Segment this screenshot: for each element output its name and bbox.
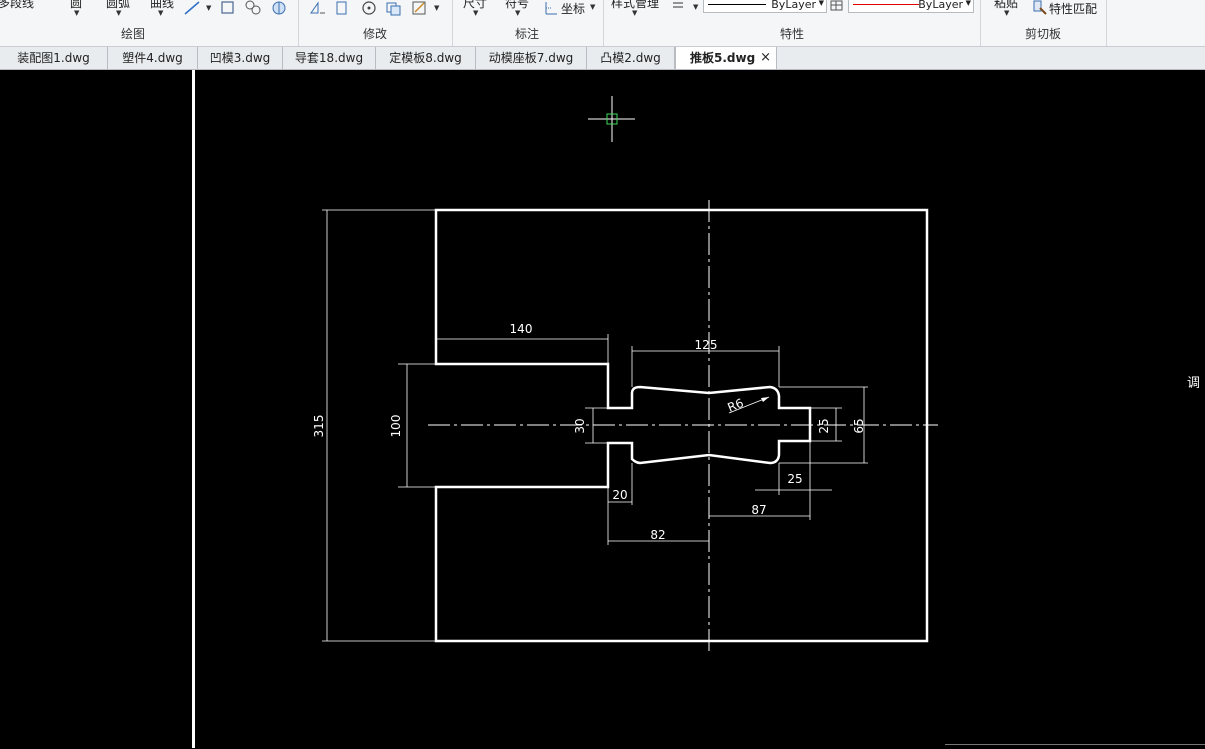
draw-panel-title: 绘图: [121, 27, 146, 41]
color-select[interactable]: ByLayer ▼: [848, 0, 974, 13]
chevron-down-icon: ▼: [818, 0, 824, 7]
tab-label: 装配图1.dwg: [17, 51, 90, 65]
tab-label: 推板5.dwg: [690, 51, 756, 65]
tab-core-2[interactable]: 凸模2.dwg: [587, 47, 675, 69]
left-viewport[interactable]: [0, 70, 192, 748]
line-icon[interactable]: ▼: [182, 0, 214, 16]
dimension-dropdown-icon[interactable]: ▼: [473, 9, 478, 17]
tab-push-plate-5[interactable]: 推板5.dwg ×: [675, 47, 777, 69]
curve-dropdown-icon[interactable]: ▼: [158, 9, 163, 17]
dim-half-length: 87: [751, 503, 766, 517]
chevron-down-icon: ▼: [965, 0, 971, 7]
circle-dropdown-icon[interactable]: ▼: [74, 9, 79, 17]
annotate-panel-title: 标注: [515, 27, 540, 41]
panel-divider: [298, 0, 299, 46]
dim-left-width: 140: [510, 322, 533, 336]
tab-label: 导套18.dwg: [294, 51, 364, 65]
svg-text:▼: ▼: [434, 4, 440, 12]
coordinate-tool[interactable]: 坐标: [561, 0, 585, 17]
tab-assembly-1[interactable]: 装配图1.dwg: [0, 47, 108, 69]
lineweight-icon[interactable]: ▼: [670, 0, 702, 12]
dim-neck-height: 30: [573, 418, 587, 433]
stretch-icon[interactable]: [334, 0, 350, 16]
dim-overall-height: 315: [312, 415, 326, 438]
status-bar-fragment: [945, 744, 1205, 749]
tab-label: 动模座板7.dwg: [488, 51, 574, 65]
mirror-icon[interactable]: [309, 0, 327, 16]
polyline-tool[interactable]: 多段线: [0, 0, 34, 11]
tab-moving-clamp-plate-7[interactable]: 动模座板7.dwg: [476, 47, 587, 69]
coordinate-dropdown-icon[interactable]: ▼: [590, 3, 595, 11]
svg-text:▼: ▼: [206, 4, 212, 12]
panel-divider: [452, 0, 453, 46]
document-tab-bar: 装配图1.dwg 塑件4.dwg 凹模3.dwg 导套18.dwg 定模板8.d…: [0, 47, 1205, 70]
drawing-canvas[interactable]: 315 140 100 125 R6 30 25 65 20 25 87 82: [195, 70, 1205, 748]
dim-right-height: 25: [817, 418, 831, 433]
dim-step-width: 20: [612, 488, 627, 502]
tab-cavity-3[interactable]: 凹模3.dwg: [198, 47, 283, 69]
close-icon[interactable]: ×: [760, 47, 771, 69]
rectangle-icon[interactable]: [220, 0, 236, 16]
tab-guide-sleeve-18[interactable]: 导套18.dwg: [283, 47, 376, 69]
linetype-preview: [708, 4, 766, 5]
panel-divider: [603, 0, 604, 46]
dim-center-length: 125: [695, 338, 718, 352]
match-properties-icon: [1033, 0, 1047, 15]
linetype-value: ByLayer: [771, 0, 816, 11]
properties-side-label: 调: [1187, 376, 1201, 391]
paste-dropdown-icon[interactable]: ▼: [1004, 9, 1009, 17]
dim-left-length: 82: [650, 528, 665, 542]
region-icon[interactable]: [270, 0, 288, 16]
tab-label: 凸模2.dwg: [600, 51, 661, 65]
tab-fixed-plate-8[interactable]: 定模板8.dwg: [376, 47, 476, 69]
panel-divider: [1106, 0, 1107, 46]
arc-dropdown-icon[interactable]: ▼: [116, 9, 121, 17]
rotate-icon[interactable]: [360, 0, 378, 16]
copy-icon[interactable]: [385, 0, 403, 16]
dim-right-step: 25: [787, 472, 802, 486]
color-swatch: [853, 4, 919, 5]
tab-label: 定模板8.dwg: [389, 51, 462, 65]
hatch-icon[interactable]: [244, 0, 262, 16]
tab-label: 凹模3.dwg: [209, 51, 271, 65]
tab-plastic-part-4[interactable]: 塑件4.dwg: [108, 47, 198, 69]
tab-label: 塑件4.dwg: [122, 51, 183, 65]
ribbon: 多段线 圆 ▼ 圆弧 ▼ 曲线 ▼ ▼ 绘图 ▼ 修改 尺寸 ▼ 符号 ▼ 坐标…: [0, 0, 1205, 47]
panel-divider: [980, 0, 981, 46]
canvas-background: [195, 70, 1205, 748]
properties-panel-title: 特性: [780, 27, 805, 41]
svg-text:▼: ▼: [693, 3, 699, 11]
linetype-select[interactable]: ByLayer ▼: [703, 0, 827, 13]
match-properties-button[interactable]: 特性匹配: [1049, 0, 1097, 17]
modify-panel-title: 修改: [363, 27, 388, 41]
dim-outer-height: 65: [852, 418, 866, 433]
clipboard-panel-title: 剪切板: [1025, 27, 1062, 41]
symbol-dropdown-icon[interactable]: ▼: [515, 9, 520, 17]
coordinate-icon: [545, 2, 557, 15]
color-value: ByLayer: [918, 0, 963, 11]
dim-slot-height: 100: [389, 415, 403, 438]
style-manager-dropdown-icon[interactable]: ▼: [632, 9, 637, 17]
layer-table-icon[interactable]: [830, 0, 844, 12]
modify-more-icon[interactable]: ▼: [411, 0, 443, 16]
